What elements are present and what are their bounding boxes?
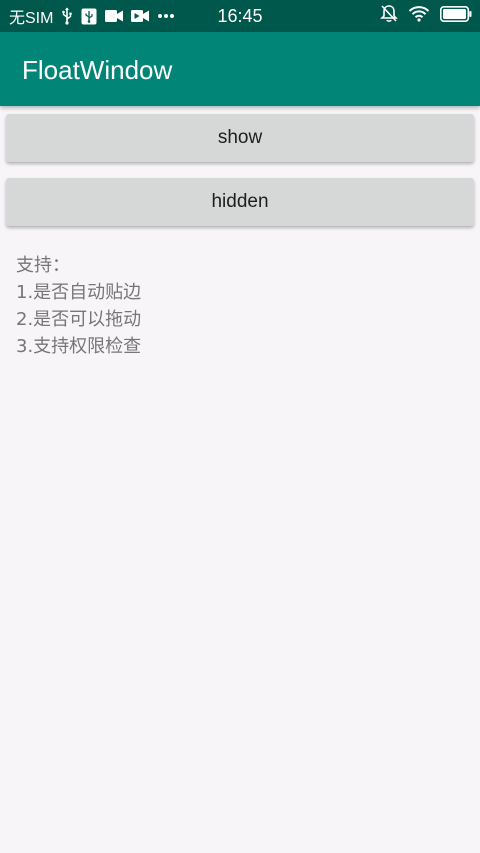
status-bar: 无SIM 16:45 (0, 0, 480, 32)
app-title: FloatWindow (22, 55, 173, 85)
hidden-button[interactable]: hidden (6, 178, 474, 226)
battery-icon (440, 5, 472, 27)
show-button-label: show (217, 127, 263, 148)
description-line: 1.是否自动贴边 (16, 282, 142, 303)
description-line: 2.是否可以拖动 (16, 309, 142, 330)
show-button[interactable]: show (6, 114, 474, 162)
notifications-off-icon (380, 4, 398, 28)
app-bar: FloatWindow (0, 32, 480, 106)
hidden-button-label: hidden (211, 191, 269, 212)
description-line: 3.支持权限检查 (16, 336, 142, 357)
description-line: 支持： (16, 255, 70, 276)
wifi-icon (408, 5, 430, 27)
feature-description: 支持： 1.是否自动贴边 2.是否可以拖动 3.支持权限检查 (16, 252, 141, 360)
status-right-group (380, 0, 472, 32)
